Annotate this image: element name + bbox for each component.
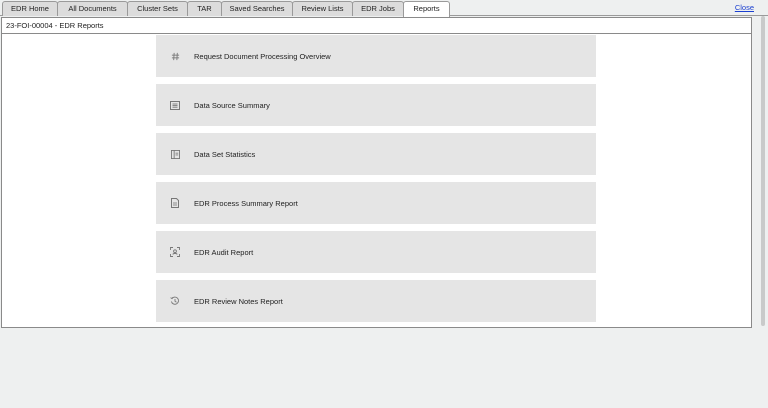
report-edr-audit-report[interactable]: EDR Audit Report: [156, 231, 596, 273]
tab-edr-home[interactable]: EDR Home: [2, 1, 58, 16]
report-data-source-summary[interactable]: Data Source Summary: [156, 84, 596, 126]
report-label: EDR Review Notes Report: [194, 296, 283, 306]
tab-all-documents[interactable]: All Documents: [57, 1, 128, 16]
tab-reports[interactable]: Reports: [403, 1, 450, 17]
hash-icon: [156, 52, 194, 61]
tab-saved-searches[interactable]: Saved Searches: [221, 1, 293, 16]
report-label: EDR Audit Report: [194, 247, 254, 257]
report-edr-review-notes-report[interactable]: EDR Review Notes Report: [156, 280, 596, 322]
report-data-set-statistics[interactable]: Data Set Statistics: [156, 133, 596, 175]
report-request-document-processing-overview[interactable]: Request Document Processing Overview: [156, 35, 596, 77]
tab-tar[interactable]: TAR: [187, 1, 222, 16]
document-icon: [156, 198, 194, 208]
report-label: Request Document Processing Overview: [194, 51, 331, 61]
close-link[interactable]: Close: [735, 3, 754, 12]
report-label: Data Set Statistics: [194, 149, 256, 159]
report-label: EDR Process Summary Report: [194, 198, 298, 208]
tab-edr-jobs[interactable]: EDR Jobs: [352, 1, 404, 16]
scrollbar-thumb[interactable]: [761, 16, 765, 326]
list-icon: [156, 100, 194, 110]
tab-bar: EDR Home All Documents Cluster Sets TAR …: [0, 0, 768, 17]
tab-cluster-sets[interactable]: Cluster Sets: [127, 1, 188, 16]
report-edr-process-summary-report[interactable]: EDR Process Summary Report: [156, 182, 596, 224]
tab-review-lists[interactable]: Review Lists: [292, 1, 353, 16]
scan-icon: [156, 247, 194, 257]
panel-title: 23-FOI-00004 - EDR Reports: [2, 18, 751, 34]
history-icon: [156, 296, 194, 306]
report-label: Data Source Summary: [194, 100, 270, 110]
table-icon: [156, 149, 194, 159]
